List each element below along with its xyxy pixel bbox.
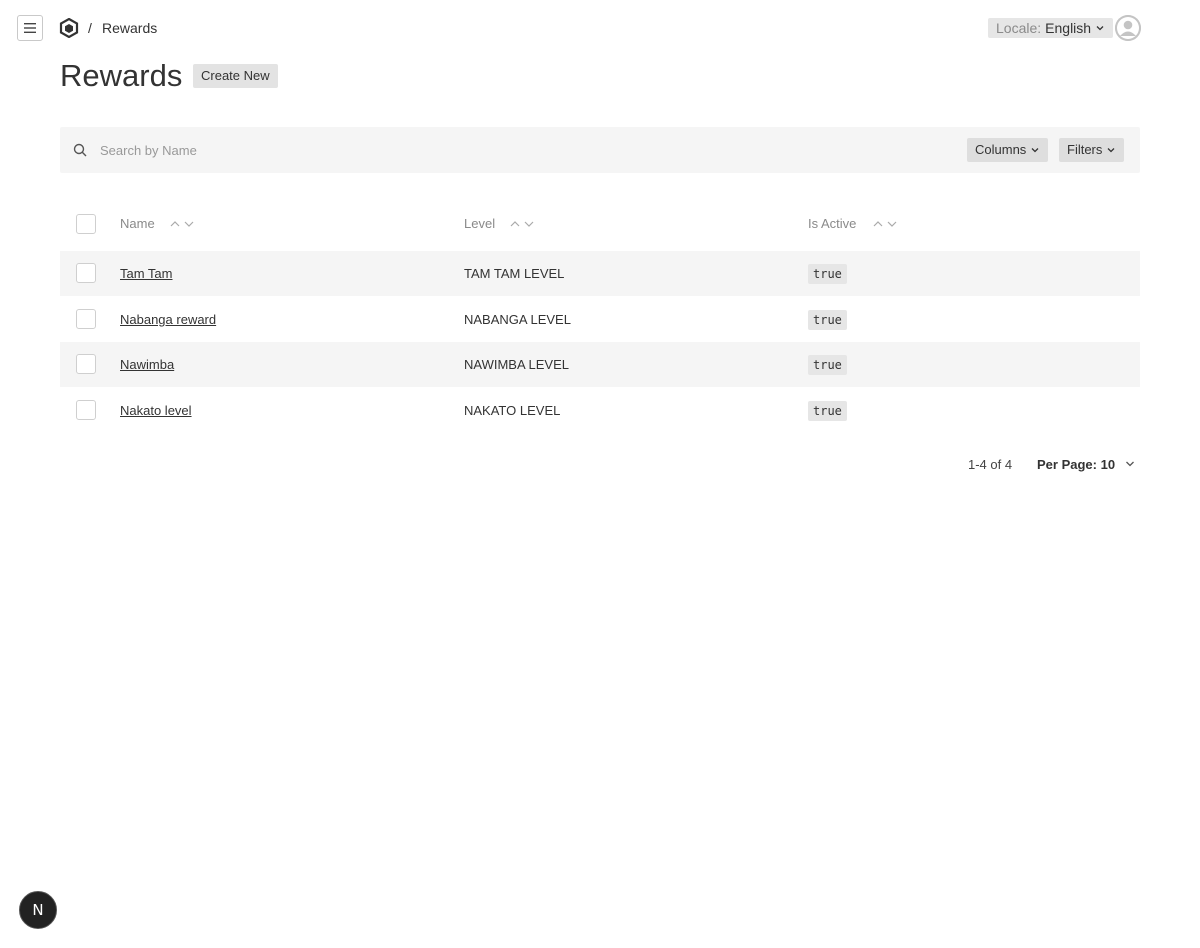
column-header-level[interactable]: Level: [464, 216, 495, 231]
columns-button[interactable]: Columns: [967, 138, 1049, 162]
locale-label: Locale:: [996, 20, 1042, 36]
search-icon: [73, 143, 87, 157]
chevron-down-icon: [1096, 26, 1104, 31]
row-active-badge: true: [808, 310, 847, 330]
per-page-select[interactable]: Per Page: 10: [1037, 457, 1115, 472]
row-level: NAKATO LEVEL: [464, 403, 561, 418]
user-avatar[interactable]: [1115, 15, 1141, 41]
table-row[interactable]: Tam Tam TAM TAM LEVEL true: [60, 251, 1140, 296]
menu-toggle-button[interactable]: [17, 15, 43, 41]
breadcrumb-current: Rewards: [102, 20, 158, 36]
row-name-link[interactable]: Nawimba: [120, 357, 174, 372]
sort-arrows-icon[interactable]: [872, 218, 898, 230]
row-level: NAWIMBA LEVEL: [464, 357, 569, 372]
breadcrumb-separator: /: [88, 20, 92, 36]
pagination-count: 1-4 of 4: [968, 457, 1013, 472]
search-input[interactable]: [100, 139, 900, 161]
row-name-link[interactable]: Tam Tam: [120, 266, 173, 281]
dev-tools-button[interactable]: N: [19, 891, 57, 929]
chevron-down-icon[interactable]: [1125, 459, 1135, 469]
columns-label: Columns: [975, 142, 1027, 157]
row-checkbox[interactable]: [76, 309, 96, 329]
user-icon: [1115, 15, 1141, 41]
sort-arrows-icon[interactable]: [169, 218, 195, 230]
table-row[interactable]: Nabanga reward NABANGA LEVEL true: [60, 297, 1140, 342]
locale-select[interactable]: Locale: English: [988, 18, 1114, 38]
table-row[interactable]: Nawimba NAWIMBA LEVEL true: [60, 342, 1140, 387]
select-all-checkbox[interactable]: [76, 214, 96, 234]
table-row[interactable]: Nakato level NAKATO LEVEL true: [60, 388, 1140, 433]
row-level: NABANGA LEVEL: [464, 312, 571, 327]
chevron-down-icon: [1031, 148, 1039, 153]
row-checkbox[interactable]: [76, 400, 96, 420]
row-name-link[interactable]: Nakato level: [120, 403, 192, 418]
filters-label: Filters: [1067, 142, 1103, 157]
search-bar: Columns Filters: [60, 127, 1140, 173]
column-header-name[interactable]: Name: [120, 216, 155, 231]
row-active-badge: true: [808, 401, 847, 421]
dev-badge-letter: N: [32, 901, 44, 919]
row-level: TAM TAM LEVEL: [464, 266, 565, 281]
top-bar: / Rewards Locale: English: [0, 0, 1200, 56]
hamburger-icon: [24, 23, 36, 33]
row-active-badge: true: [808, 355, 847, 375]
logo-icon[interactable]: [59, 18, 79, 38]
create-new-button[interactable]: Create New: [193, 64, 278, 88]
locale-value: English: [1045, 20, 1092, 36]
row-checkbox[interactable]: [76, 263, 96, 283]
row-active-badge: true: [808, 264, 847, 284]
column-header-is-active[interactable]: Is Active: [808, 216, 856, 231]
row-checkbox[interactable]: [76, 354, 96, 374]
sort-arrows-icon[interactable]: [509, 218, 535, 230]
chevron-down-icon: [1107, 148, 1115, 153]
filters-button[interactable]: Filters: [1059, 138, 1125, 162]
row-name-link[interactable]: Nabanga reward: [120, 312, 216, 327]
page-title: Rewards: [60, 58, 183, 93]
